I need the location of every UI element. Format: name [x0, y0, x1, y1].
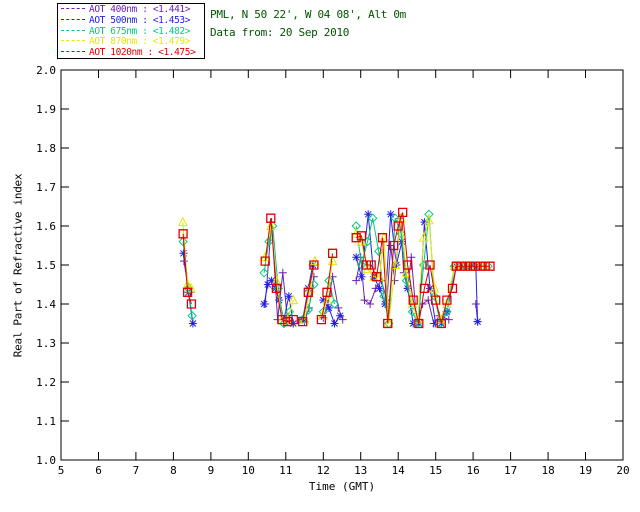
y-tick-label: 1.2	[36, 376, 56, 389]
line-sample-675nm	[61, 29, 85, 31]
plot-window: AOT 400nm : <1.441> AOT 500nm : <1.453> …	[0, 0, 640, 512]
x-axis-title: Time (GMT)	[308, 480, 376, 493]
x-tick-label: 19	[579, 464, 592, 477]
legend-label-400nm: AOT 400nm : <1.441>	[89, 4, 191, 15]
line-sample-870nm	[61, 39, 85, 42]
x-tick-label: 20	[616, 464, 629, 477]
x-tick-label: 8	[170, 464, 177, 477]
series-markers-aot-675nm	[178, 209, 493, 329]
x-tick-label: 15	[429, 464, 442, 477]
x-tick-label: 6	[95, 464, 102, 477]
x-tick-label: 12	[317, 464, 330, 477]
x-tick-label: 13	[354, 464, 367, 477]
line-sample-400nm	[61, 7, 85, 9]
station-location: PML, N 50 22', W 04 08', Alt 0m	[210, 8, 406, 21]
y-tick-label: 1.1	[36, 415, 56, 428]
y-tick-label: 1.0	[36, 454, 56, 467]
y-tick-label: 1.8	[36, 142, 56, 155]
x-tick-label: 17	[504, 464, 517, 477]
legend-item-1020nm: AOT 1020nm : <1.475>	[61, 47, 204, 59]
series-markers-aot-870nm	[177, 212, 490, 328]
x-tick-label: 7	[133, 464, 140, 477]
y-tick-label: 1.5	[36, 259, 56, 272]
axes-frame	[60, 69, 624, 461]
legend-label-675nm: AOT 675nm : <1.482>	[89, 25, 191, 37]
x-tick-label: 18	[541, 464, 554, 477]
x-tick-label: 14	[392, 464, 406, 477]
y-tick-label: 2.0	[36, 64, 56, 77]
y-tick-label: 1.6	[36, 220, 56, 233]
station-header: PML, N 50 22', W 04 08', Alt 0m Data fro…	[210, 6, 406, 42]
y-tick-label: 1.3	[36, 337, 56, 350]
legend-label-870nm: AOT 870nm : <1.479>	[89, 36, 191, 48]
y-tick-label: 1.4	[36, 298, 56, 311]
series-line-aot-1020nm	[182, 212, 490, 324]
plot-canvas: 5 6 7 8 9 10 11 12 13 14 15 16 17 18 19 20 1.0 1.1 1.2 1.3 1…	[36, 64, 630, 477]
legend-label-1020nm: AOT 1020nm : <1.475>	[89, 47, 196, 59]
line-sample-500nm	[61, 18, 85, 20]
y-tick-label: 1.9	[36, 103, 56, 116]
legend-box: AOT 400nm : <1.441> AOT 500nm : <1.453> …	[57, 3, 205, 59]
x-tick-label: 16	[466, 464, 479, 477]
x-tick-label: 10	[242, 464, 255, 477]
data-date: Data from: 20 Sep 2010	[210, 26, 350, 39]
y-tick-label: 1.7	[36, 181, 56, 194]
x-tick-label: 9	[208, 464, 215, 477]
x-tick-label: 11	[279, 464, 292, 477]
x-tick-label: 5	[58, 464, 65, 477]
y-axis-title: Real Part of Refractive index	[11, 173, 25, 358]
legend-label-500nm: AOT 500nm : <1.453>	[89, 14, 191, 26]
line-sample-1020nm	[61, 50, 85, 53]
